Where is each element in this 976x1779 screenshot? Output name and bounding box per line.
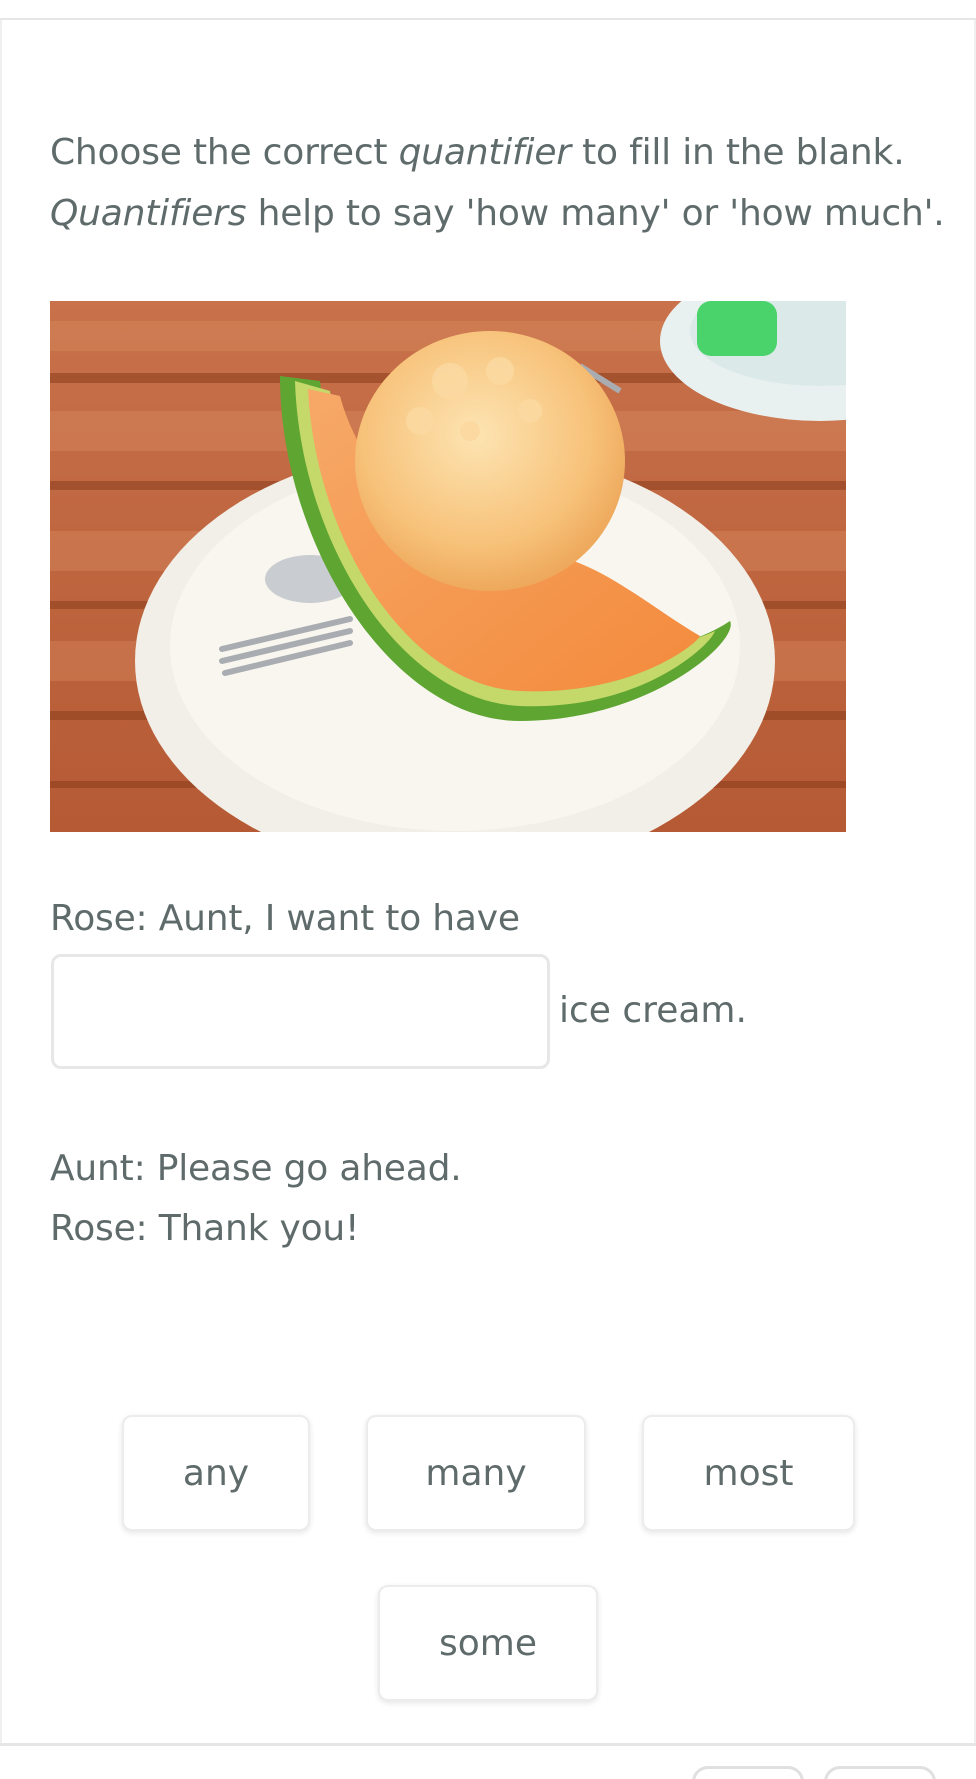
option-some[interactable]: some bbox=[378, 1585, 598, 1701]
answer-blank-field[interactable] bbox=[51, 954, 550, 1069]
option-most[interactable]: most bbox=[642, 1415, 855, 1531]
dialogue-line-2: Aunt: Please go ahead. bbox=[50, 1148, 462, 1189]
left-edge bbox=[0, 20, 2, 1745]
option-any[interactable]: any bbox=[122, 1415, 310, 1531]
bottom-button-right[interactable] bbox=[824, 1766, 936, 1779]
dialogue-line-1-end: ice cream. bbox=[559, 990, 747, 1031]
melon-ice-cream-photo bbox=[50, 301, 846, 832]
option-many[interactable]: many bbox=[366, 1415, 586, 1531]
dialogue-line-1: Rose: Aunt, I want to have bbox=[50, 898, 520, 939]
bottom-button-left[interactable] bbox=[692, 1766, 804, 1779]
instructions: Choose the correct quantifier to fill in… bbox=[50, 122, 945, 244]
instruction-line-1: Choose the correct quantifier to fill in… bbox=[50, 132, 905, 173]
dialogue-line-3: Rose: Thank you! bbox=[50, 1208, 360, 1249]
top-divider bbox=[0, 0, 976, 20]
instruction-line-2: Quantifiers help to say 'how many' or 'h… bbox=[50, 193, 945, 234]
